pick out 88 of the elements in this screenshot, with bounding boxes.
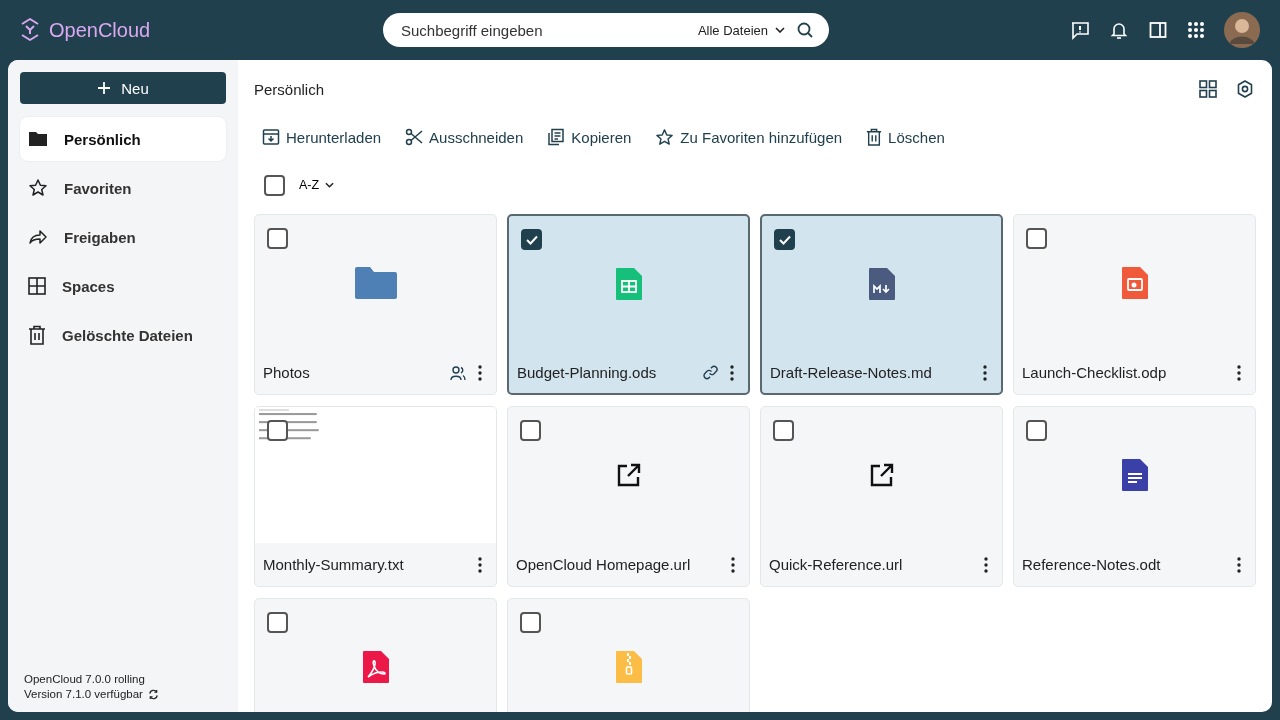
- document-icon: [1120, 458, 1149, 492]
- more-icon[interactable]: [983, 364, 987, 381]
- more-icon[interactable]: [478, 556, 482, 573]
- feedback-icon[interactable]: [1070, 20, 1090, 40]
- file-name[interactable]: OpenCloud Homepage.url: [516, 556, 691, 573]
- grid-icon: [28, 277, 46, 295]
- file-tile[interactable]: Draft-Release-Notes.md: [760, 214, 1003, 395]
- star-icon: [28, 178, 48, 198]
- toolbar-button[interactable]: Ausschneiden: [405, 128, 524, 146]
- tile-checkbox[interactable]: [773, 420, 794, 441]
- file-name[interactable]: Monthly-Summary.txt: [263, 556, 404, 573]
- more-icon[interactable]: [984, 556, 988, 573]
- toolbar-button[interactable]: Kopieren: [547, 128, 632, 146]
- file-name[interactable]: Budget-Planning.ods: [517, 364, 657, 381]
- pdf-file-icon: [361, 650, 390, 684]
- presentation-icon: [1120, 266, 1149, 300]
- update-text: Version 7.1.0 verfügbar: [24, 688, 143, 700]
- check-icon: [525, 234, 538, 245]
- sidebar-item[interactable]: Freigaben: [20, 215, 226, 259]
- archive-file-icon: [614, 650, 643, 684]
- new-button[interactable]: Neu: [20, 72, 226, 104]
- version-text: OpenCloud 7.0.0 rolling: [24, 673, 146, 685]
- scope-dropdown[interactable]: Alle Dateien: [697, 22, 785, 38]
- tile-checkbox[interactable]: [520, 420, 541, 441]
- tile-checkbox[interactable]: [267, 420, 288, 441]
- star-icon: [655, 127, 675, 147]
- more-icon[interactable]: [731, 556, 735, 573]
- sidebar-item[interactable]: Favoriten: [20, 166, 226, 210]
- file-name[interactable]: Photos: [263, 364, 310, 381]
- sort-dropdown[interactable]: A-Z: [299, 178, 335, 192]
- copy-icon: [547, 128, 566, 146]
- tile-checkbox[interactable]: [1026, 420, 1047, 441]
- tile-checkbox[interactable]: [267, 612, 288, 633]
- tile-checkbox[interactable]: [1026, 228, 1047, 249]
- trash-icon: [866, 128, 883, 146]
- file-name[interactable]: Draft-Release-Notes.md: [770, 364, 932, 381]
- apps-grid-icon[interactable]: [1187, 21, 1205, 39]
- sidebar-item[interactable]: Gelöschte Dateien: [20, 313, 226, 357]
- file-tile[interactable]: Quick-Reference.url: [760, 406, 1003, 587]
- file-tile[interactable]: Budget-Planning.ods: [507, 214, 750, 395]
- share-arrow-icon: [28, 228, 48, 246]
- file-tile[interactable]: Monthly-Summary.txt: [254, 406, 497, 587]
- tile-checkbox[interactable]: [774, 229, 795, 250]
- spreadsheet-icon: [614, 267, 643, 301]
- file-name[interactable]: Quick-Reference.url: [769, 556, 903, 573]
- toolbar-button[interactable]: Herunterladen: [262, 128, 382, 146]
- external-link-icon: [615, 462, 642, 488]
- people-icon[interactable]: [450, 364, 466, 381]
- check-icon: [778, 234, 791, 245]
- download-icon: [262, 128, 280, 146]
- refresh-icon[interactable]: [147, 688, 159, 700]
- search-field[interactable]: Suchbegriff eingeben Alle Dateien: [383, 13, 829, 47]
- link-icon[interactable]: [703, 365, 718, 380]
- logo-text[interactable]: OpenCloud: [49, 18, 151, 42]
- breadcrumb[interactable]: Persönlich: [254, 80, 325, 98]
- caret-icon: [325, 182, 335, 188]
- file-tile[interactable]: Reference-Notes.odt: [1013, 406, 1256, 587]
- tile-checkbox[interactable]: [520, 612, 541, 633]
- avatar[interactable]: [1224, 12, 1260, 48]
- trash-icon: [28, 325, 46, 345]
- folder-icon: [28, 130, 48, 148]
- tile-checkbox[interactable]: [267, 228, 288, 249]
- bell-icon[interactable]: [1109, 20, 1129, 40]
- more-icon[interactable]: [1237, 364, 1241, 381]
- file-tile[interactable]: Photos: [254, 214, 497, 395]
- scissors-icon: [405, 128, 424, 146]
- tile-checkbox[interactable]: [521, 229, 542, 250]
- file-name[interactable]: Launch-Checklist.odp: [1022, 364, 1167, 381]
- tiles-view-icon[interactable]: [1199, 80, 1217, 98]
- toolbar-button[interactable]: Löschen: [866, 128, 945, 146]
- side-panel-icon[interactable]: [1148, 20, 1168, 40]
- file-name[interactable]: Reference-Notes.odt: [1022, 556, 1161, 573]
- more-icon[interactable]: [478, 364, 482, 381]
- sidebar-item[interactable]: Spaces: [20, 264, 226, 308]
- more-icon[interactable]: [1237, 556, 1241, 573]
- file-tile[interactable]: Launch-Checklist.odp: [1013, 214, 1256, 395]
- more-icon[interactable]: [730, 364, 734, 381]
- file-tile[interactable]: OpenCloud Homepage.url: [507, 406, 750, 587]
- markdown-file-icon: [867, 267, 896, 301]
- external-link-icon: [868, 462, 895, 488]
- toolbar-button[interactable]: Zu Favoriten hinzufügen: [655, 127, 843, 147]
- plus-icon: [97, 81, 112, 95]
- search-icon[interactable]: [797, 22, 813, 38]
- caret-icon: [775, 27, 785, 33]
- settings-icon[interactable]: [1236, 80, 1254, 98]
- sidebar-item[interactable]: Persönlich: [20, 117, 226, 161]
- folder-icon: [352, 265, 399, 301]
- select-all-checkbox[interactable]: [264, 174, 285, 196]
